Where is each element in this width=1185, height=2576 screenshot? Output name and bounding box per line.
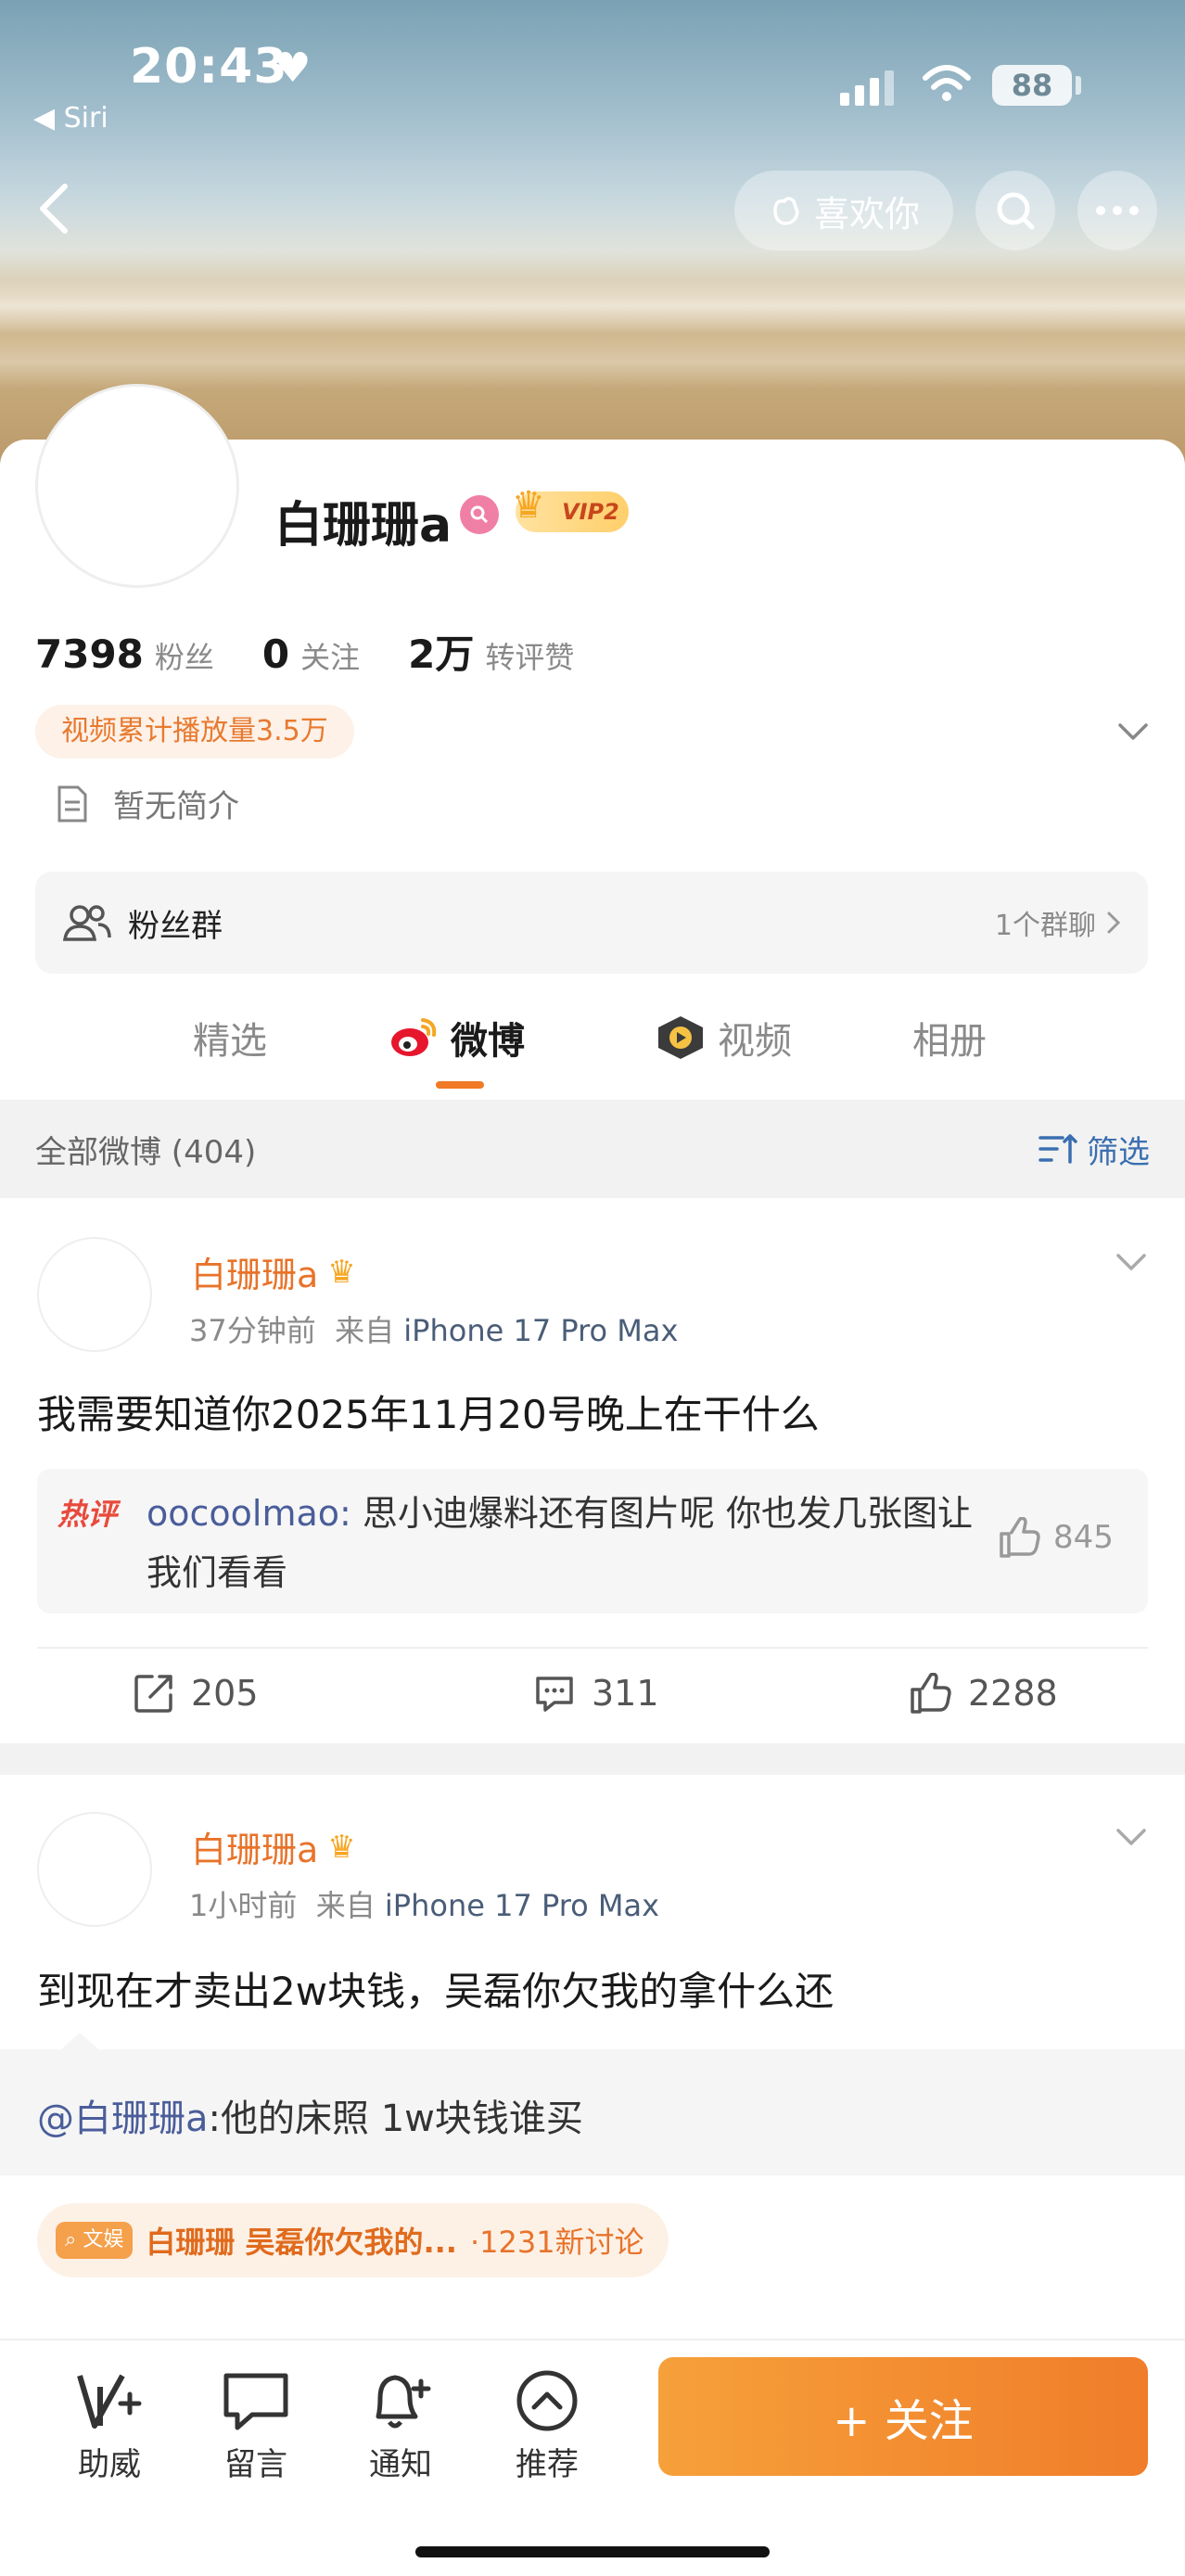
chevron-down-icon[interactable] [1115, 714, 1152, 751]
retweet-notch [61, 2033, 98, 2049]
more-dots-icon [1096, 206, 1139, 215]
cheer-v-icon [77, 2374, 142, 2429]
wifi-icon [923, 65, 971, 101]
repost-button[interactable]: 205 [134, 1673, 259, 1714]
active-tab-indicator [436, 1081, 484, 1089]
cheer-button[interactable]: 助威 [54, 2368, 165, 2484]
thumbs-up-icon [1000, 1517, 1040, 1558]
message-button[interactable]: 留言 [200, 2368, 312, 2484]
status-time: 20:43 [130, 39, 288, 95]
topic-count: ·1231新讨论 [469, 2225, 644, 2260]
verified-badge-icon [460, 495, 499, 534]
notify-button[interactable]: 通知 [345, 2368, 456, 2484]
back-button[interactable] [26, 176, 82, 241]
chevron-up-circle-icon [516, 2370, 578, 2431]
banner-wave [0, 278, 1185, 334]
chevron-left-icon [40, 184, 68, 234]
heart-icon: ♥ [274, 45, 312, 92]
heart-hand-icon [773, 197, 799, 225]
like-button[interactable]: 2288 [909, 1673, 1058, 1714]
post-meta: 1小时前 来自 iPhone 17 Pro Max [189, 1888, 660, 1923]
profile-name: 白珊珊a [274, 498, 452, 554]
bell-plus-icon [376, 2375, 431, 2429]
bio-text: 暂无简介 [113, 788, 239, 825]
topic-title: 白珊珊 吴磊你欠我的... [146, 2225, 457, 2260]
hot-comment-tag: 热评 [57, 1497, 118, 1532]
tab-featured[interactable]: 精选 [193, 1011, 267, 1065]
post-text: 到现在才卖出2w块钱，吴磊你欠我的拿什么还 [37, 1969, 835, 2014]
stat-following[interactable]: 0 关注 [262, 631, 360, 677]
search-button[interactable] [975, 171, 1055, 250]
battery-indicator: 88 [992, 65, 1072, 106]
group-people-icon [62, 905, 111, 941]
crown-icon: ♛ [327, 1253, 356, 1291]
comment-icon [536, 1677, 573, 1712]
banner-wave [0, 334, 1185, 389]
fan-group-count: 1个群聊 [995, 902, 1122, 943]
post-text: 我需要知道你2025年11月20号晚上在干什么 [37, 1392, 820, 1437]
chevron-down-icon[interactable] [1113, 1244, 1150, 1282]
stat-fans[interactable]: 7398 粉丝 [35, 631, 214, 677]
filter-icon [1038, 1134, 1077, 1164]
hot-comment[interactable]: 热评 oocoolmao: 思小迪爆料还有图片呢 你也发几张图让我们看看 845 [37, 1469, 1148, 1613]
topic-tag: ⌕ 文娱 [56, 2222, 134, 2259]
cellular-signal-icon [840, 70, 894, 106]
tab-video[interactable]: 视频 [655, 1011, 792, 1065]
crown-icon: ♛ [327, 1828, 356, 1866]
tab-album[interactable]: 相册 [912, 1011, 987, 1065]
post-count: 全部微博 (404) [35, 1133, 257, 1171]
comment-button[interactable]: 311 [534, 1673, 659, 1714]
thumbs-up-icon [911, 1673, 951, 1714]
fan-group-label: 粉丝群 [128, 907, 223, 945]
hot-comment-text: oocoolmao: 思小迪爆料还有图片呢 你也发几张图让我们看看 [147, 1493, 973, 1593]
like-you-label: 喜欢你 [813, 193, 920, 235]
like-you-button[interactable]: 喜欢你 [734, 171, 953, 250]
post-separator [0, 1743, 1185, 1775]
filter-button[interactable]: 筛选 [1038, 1127, 1150, 1172]
follow-button[interactable]: + 关注 [658, 2357, 1148, 2476]
post-author[interactable]: 白珊珊a ♛ [191, 1821, 356, 1872]
home-indicator [415, 2546, 770, 2557]
chevron-right-icon [1107, 912, 1121, 934]
weibo-logo-icon [391, 1018, 437, 1056]
retweet-text: @白珊珊a:他的床照 1w块钱谁买 [37, 2098, 583, 2140]
post-avatar[interactable] [37, 1812, 152, 1927]
profile-stats: 7398 粉丝 0 关注 2万 转评赞 [35, 623, 622, 680]
hot-comment-like[interactable]: 845 [998, 1517, 1114, 1558]
chevron-down-icon[interactable] [1113, 1819, 1150, 1856]
search-icon [997, 192, 1035, 230]
stat-interactions[interactable]: 2万 转评赞 [408, 623, 574, 680]
profile-bio: 暂无简介 [56, 781, 239, 826]
message-bubble-icon [223, 2373, 288, 2430]
video-play-count: 视频累计播放量3.5万 [35, 705, 354, 759]
post-meta: 37分钟前 来自 iPhone 17 Pro Max [189, 1313, 679, 1348]
divider [37, 1647, 1148, 1649]
post-author[interactable]: 白珊珊a ♛ [191, 1246, 356, 1297]
post-card[interactable]: 白珊珊a ♛ 37分钟前 来自 iPhone 17 Pro Max 我需要知道你2… [0, 1198, 1185, 1743]
crown-icon: ♛ [512, 484, 545, 527]
battery-tip [1076, 76, 1081, 95]
video-channel-icon [658, 1016, 703, 1059]
document-icon [57, 785, 87, 822]
post-card[interactable]: 白珊珊a ♛ 1小时前 来自 iPhone 17 Pro Max 到现在才卖出2w… [0, 1775, 1185, 2339]
topic-pill[interactable]: ⌕ 文娱 白珊珊 吴磊你欠我的... ·1231新讨论 [37, 2203, 669, 2277]
profile-avatar[interactable] [35, 384, 239, 588]
bottom-action-bar: 助威 留言 通知 推荐 + 关注 [0, 2339, 1185, 2576]
post-avatar[interactable] [37, 1237, 152, 1352]
status-bar: 20:43 ♥ ◀ Siri 88 [0, 0, 1185, 139]
filter-strip: 全部微博 (404) 筛选 [0, 1100, 1185, 1198]
more-button[interactable] [1077, 171, 1157, 250]
tab-weibo[interactable]: 微博 [388, 1011, 525, 1065]
recommend-button[interactable]: 推荐 [491, 2368, 603, 2484]
back-to-app-link[interactable]: ◀ Siri [33, 102, 108, 134]
repost-icon [134, 1675, 172, 1713]
fan-group-row[interactable]: 粉丝群 1个群聊 [35, 872, 1148, 974]
retweet-box[interactable]: @白珊珊a:他的床照 1w块钱谁买 [0, 2033, 1185, 2175]
